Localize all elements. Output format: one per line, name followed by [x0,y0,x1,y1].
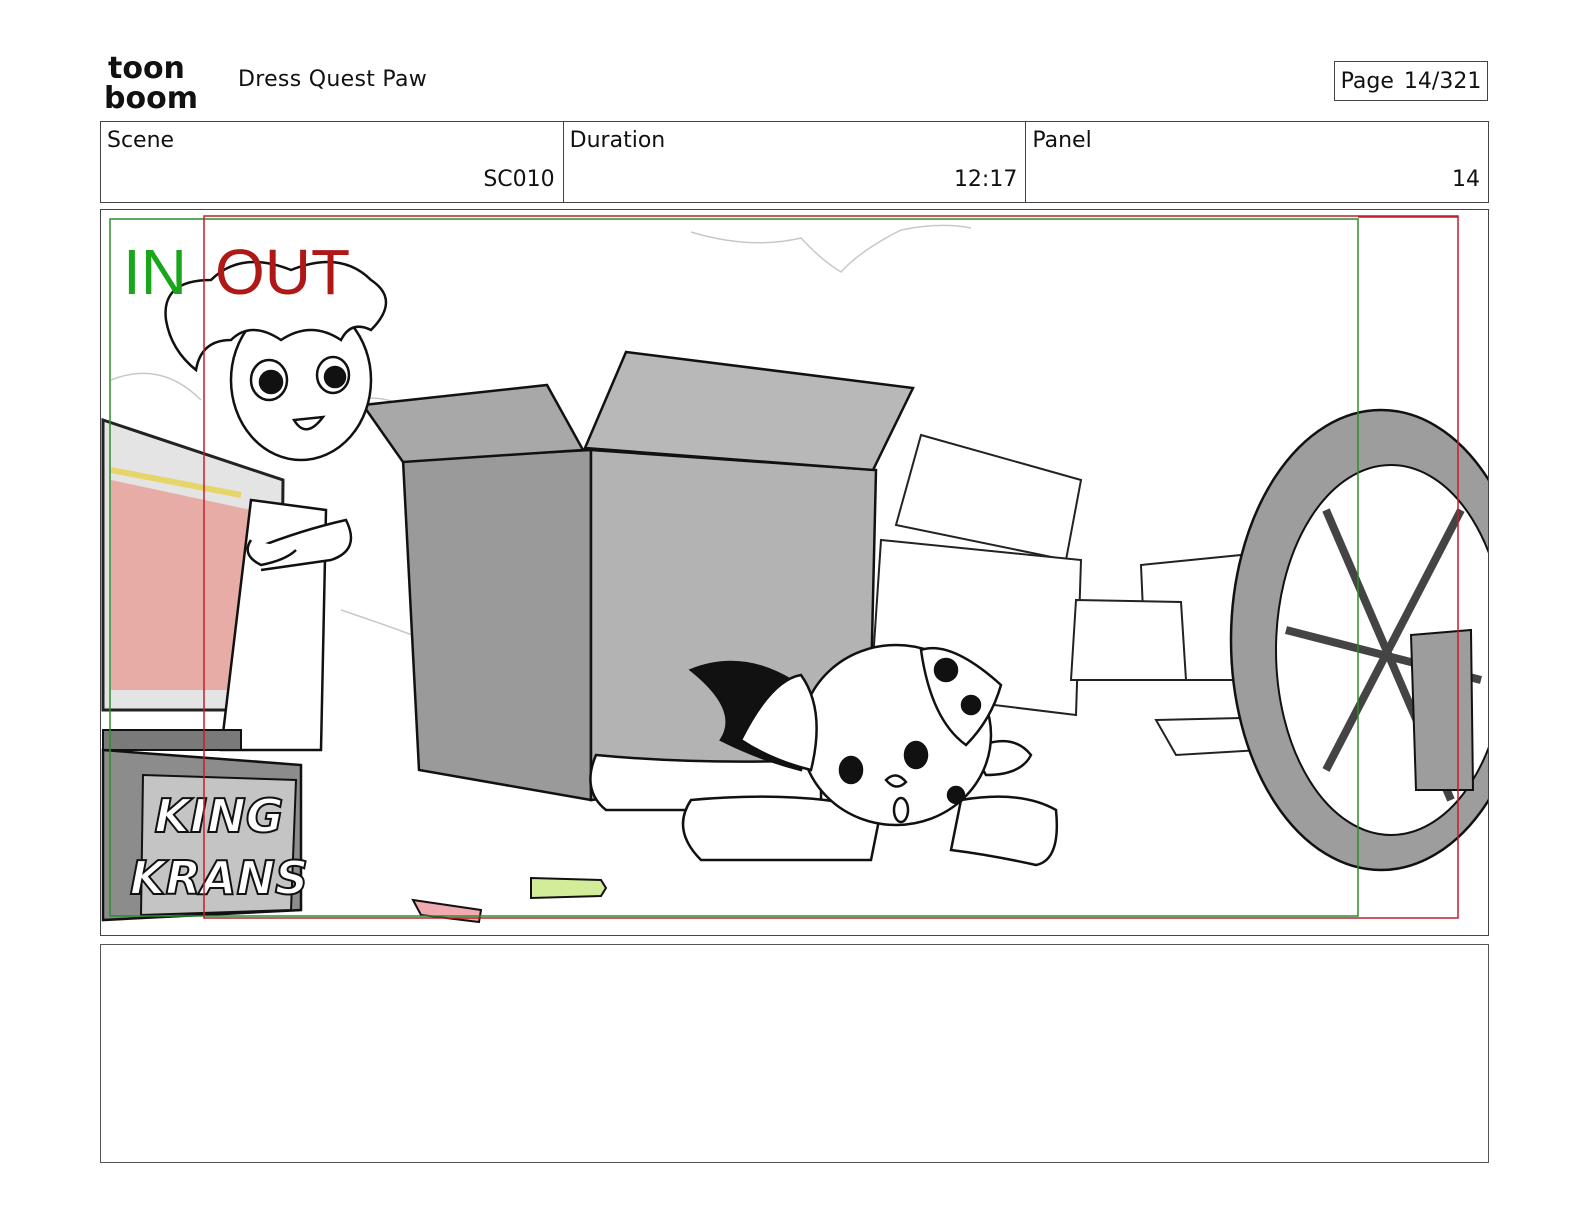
duration-label: Duration [569,128,666,153]
page-label: Page [1340,68,1394,94]
out-label: OUT [215,236,350,308]
storyboard-panel: KING KRANS IN OUT [100,209,1489,936]
duration-value: 12:17 [953,167,1018,192]
panel-cell: Panel 14 [1026,122,1488,202]
scene-value: SC010 [483,167,555,192]
project-title: Dress Quest Paw [238,67,428,92]
panel-label: Panel [1032,128,1092,153]
page-indicator: Page 14/321 [1334,61,1488,101]
panel-info-table: Scene SC010 Duration 12:17 Panel 14 [100,121,1489,203]
scene-cell: Scene SC010 [101,122,564,202]
panel-drawing: KING KRANS IN OUT [101,210,1488,935]
scene-label: Scene [107,128,175,153]
toonboom-logo: toon boom [104,52,198,112]
in-label: IN [123,236,187,308]
box-text-line-1: KING [154,789,283,843]
box-text-line-2: KRANS [130,851,308,905]
logo-line-2: boom [104,81,198,112]
panel-value: 14 [1452,167,1481,192]
panel-notes-box[interactable] [100,944,1489,1163]
duration-cell: Duration 12:17 [564,122,1027,202]
page-value: 14/321 [1403,68,1482,94]
